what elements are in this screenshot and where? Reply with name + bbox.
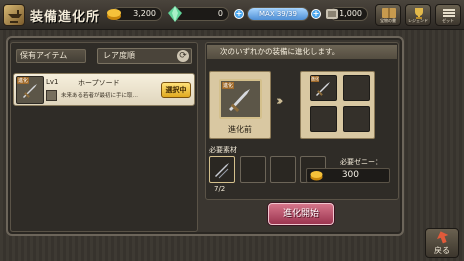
weapon-type-icon	[46, 90, 57, 101]
evolution-instruction: 次のいずれかの装備に進化します。	[207, 45, 397, 59]
item-level: Lv1	[46, 78, 59, 86]
gold-coin-icon	[107, 9, 121, 20]
material-slot[interactable]	[209, 156, 235, 183]
sword-icon	[229, 89, 250, 112]
zett-button[interactable]: ゼット	[435, 4, 461, 26]
stamina-value: MAX 39/39	[258, 10, 298, 18]
menu-icon	[443, 9, 455, 17]
top-bar: 装備進化所 3,200 0 + MAX 39/39 + 1,000 宝物の書 レ…	[0, 0, 464, 30]
treasure-book-button[interactable]: 宝物の書	[375, 4, 401, 26]
gold-value: 3,200	[133, 9, 156, 18]
evolution-target-slot-empty[interactable]	[343, 75, 370, 101]
gold-counter: 3,200	[107, 7, 162, 21]
owned-items-header: 保有アイテム	[16, 49, 86, 63]
book-icon	[382, 8, 396, 18]
legend-button[interactable]: レジェンド	[405, 4, 431, 26]
sword-icon	[316, 82, 330, 96]
owned-items-panel	[10, 42, 198, 232]
required-zeny-label: 必要ゼニー：	[340, 158, 382, 166]
gold-coin-icon	[310, 171, 323, 181]
stamina-bar: MAX 39/39	[247, 7, 309, 21]
required-zeny-value: 300	[341, 170, 359, 180]
anvil-icon	[3, 4, 25, 26]
start-evolution-button[interactable]: 進化開始	[268, 203, 334, 225]
material-slot-empty[interactable]	[270, 156, 296, 183]
coin-counter: 1,000	[326, 7, 368, 21]
sort-toggle-icon[interactable]: ⟳	[177, 50, 189, 62]
material-count: 7/2	[214, 185, 226, 193]
item-name: ホープソード	[78, 79, 120, 87]
back-button[interactable]: 戻る	[425, 228, 459, 258]
crystal-counter: 0	[168, 6, 229, 22]
back-label: 戻る	[434, 246, 450, 255]
sort-dropdown[interactable]: レア度順 ⟳	[97, 48, 192, 64]
item-thumbnail: 進化	[16, 76, 44, 104]
chevron-right-icon: ›››	[276, 94, 283, 109]
item-description: 未来ある若者が最初に手に取…	[61, 93, 139, 99]
add-crystal-button[interactable]: +	[234, 9, 244, 19]
list-item[interactable]: 進化 Lv1 ホープソード 未来ある若者が最初に手に取… 選択中	[13, 73, 195, 106]
trophy-icon	[415, 8, 423, 19]
pre-evolution-label: 進化前	[228, 125, 252, 134]
materials-label: 必要素材	[209, 146, 237, 154]
evolution-target-slot[interactable]: 進化	[310, 75, 337, 101]
selected-badge: 選択中	[161, 82, 191, 98]
add-stamina-button[interactable]: +	[311, 9, 321, 19]
required-zeny-box: 300	[306, 168, 390, 183]
material-slot-empty[interactable]	[240, 156, 266, 183]
coin-value: 1,000	[339, 9, 362, 18]
pre-evolution-slot[interactable]: 進化	[219, 79, 262, 119]
blade-material-icon	[215, 163, 229, 179]
sort-label: レア度順	[103, 51, 135, 60]
crystal-value: 0	[217, 9, 223, 18]
evolution-target-slot-empty[interactable]	[310, 106, 337, 132]
crystal-icon	[168, 6, 182, 22]
sword-icon	[23, 84, 37, 98]
evolution-target-slot-empty[interactable]	[343, 106, 370, 132]
page-title: 装備進化所	[30, 10, 101, 25]
coin-stack-icon	[326, 9, 338, 19]
